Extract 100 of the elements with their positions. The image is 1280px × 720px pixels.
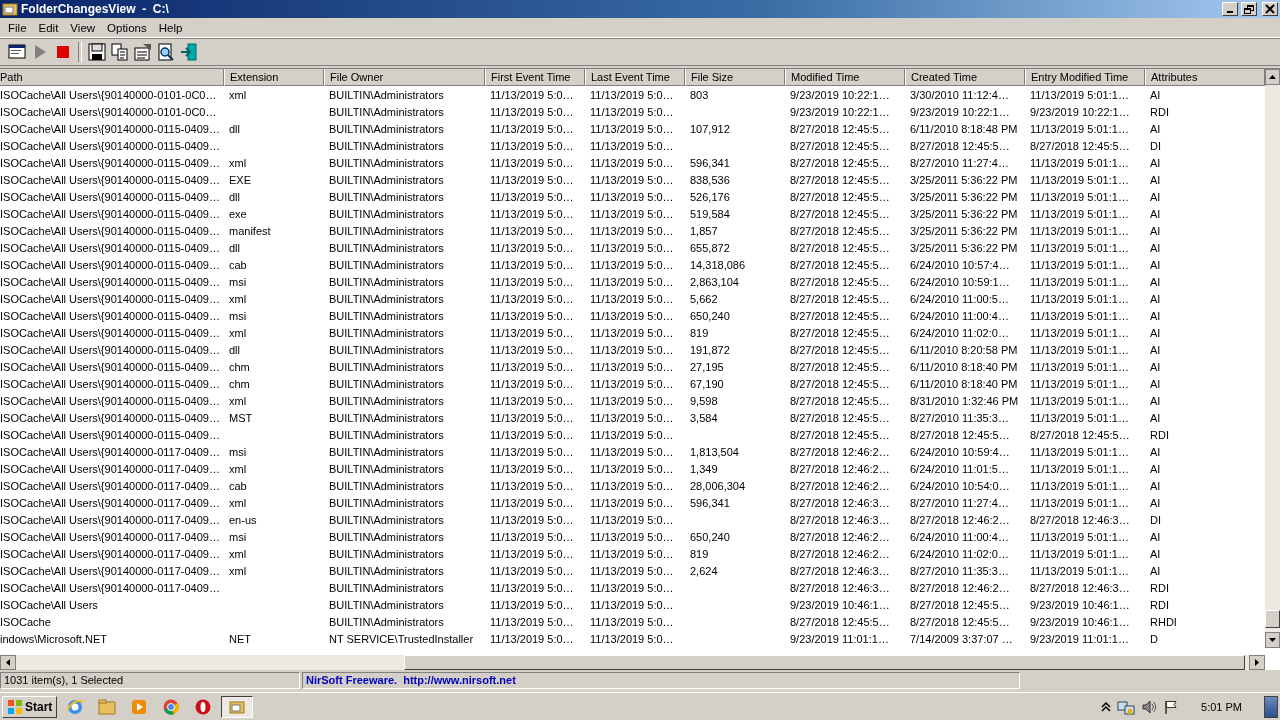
- table-cell-text: 8/27/2018 12:45:5…: [789, 377, 891, 390]
- table-cell-text: 11/13/2019 5:0…: [589, 275, 675, 288]
- column-header[interactable]: First Event Time: [485, 69, 585, 86]
- table-cell-text: 11/13/2019 5:0…: [489, 122, 575, 135]
- column-header[interactable]: File Size: [685, 69, 785, 86]
- column-header[interactable]: Entry Modified Time: [1025, 69, 1145, 86]
- table-cell-text: 3/25/2011 5:36:22 PM: [909, 173, 1019, 186]
- table-cell-text: 28,006,304: [689, 479, 747, 492]
- table-cell-text: 11/13/2019 5:0…: [589, 411, 675, 424]
- table-cell-text: 11/13/2019 5:0…: [589, 139, 675, 152]
- chevron-up-icon[interactable]: [1101, 700, 1112, 713]
- flag-icon[interactable]: [1163, 698, 1180, 715]
- vertical-scrollbar[interactable]: [1265, 69, 1280, 648]
- table-cell-text: ISOCache\All Users\{90140000-0117-0409…: [0, 581, 221, 594]
- minimize-button[interactable]: [1222, 2, 1238, 16]
- table-cell-text: 8/27/2018 12:45:5…: [789, 207, 891, 220]
- speaker-icon[interactable]: [1141, 698, 1158, 715]
- table-cell-text: 11/13/2019 5:0…: [589, 241, 675, 254]
- save-button[interactable]: [86, 41, 108, 63]
- table-cell-text: 11/13/2019 5:01:1…: [1029, 275, 1130, 288]
- restore-button[interactable]: [1241, 2, 1257, 16]
- table-cell-text: 11/13/2019 5:01:1…: [1029, 479, 1130, 492]
- table-cell-text: 11/13/2019 5:01:1…: [1029, 496, 1130, 509]
- table-cell-text: AI: [1149, 462, 1162, 475]
- table-cell-text: 67,190: [689, 377, 725, 390]
- table-cell-text: 8/27/2018 12:45:5…: [789, 224, 891, 237]
- table-cell-text: 11/13/2019 5:0…: [489, 377, 575, 390]
- menu-item[interactable]: Edit: [32, 19, 65, 36]
- show-desktop-button[interactable]: [1264, 695, 1278, 718]
- table-cell-text: AI: [1149, 360, 1162, 373]
- table-cell-text: 8/27/2018 12:46:3…: [1029, 513, 1131, 526]
- table-cell-text: BUILTIN\Administrators: [328, 224, 445, 237]
- scroll-thumb[interactable]: [1265, 610, 1280, 628]
- table-cell-text: 8/27/2018 12:45:5…: [789, 275, 891, 288]
- menu-item[interactable]: Help: [152, 19, 189, 36]
- table-cell-text: 11/13/2019 5:0…: [489, 496, 575, 509]
- table-cell-text: xml: [228, 462, 248, 475]
- column-header[interactable]: Attributes: [1145, 69, 1265, 86]
- table-cell-text: 11/13/2019 5:0…: [489, 530, 575, 543]
- task-button[interactable]: [221, 695, 254, 718]
- start-button[interactable]: Start: [2, 695, 58, 718]
- properties-button[interactable]: [132, 41, 154, 63]
- table-cell-text: ISOCache\All Users\{90140000-0101-0C0…: [0, 105, 218, 118]
- table-cell-text: 9/23/2019 10:22:1…: [789, 88, 891, 101]
- table-cell-text: 596,341: [689, 496, 731, 509]
- clock[interactable]: 5:01 PM: [1185, 700, 1258, 713]
- table-cell-text: BUILTIN\Administrators: [328, 479, 445, 492]
- horizontal-scrollbar[interactable]: [0, 655, 1265, 670]
- properties-icon: [133, 42, 153, 62]
- table-cell-text: BUILTIN\Administrators: [328, 139, 445, 152]
- exit-button[interactable]: [178, 41, 200, 63]
- menu-item[interactable]: File: [2, 19, 33, 36]
- table-cell-text: 11/13/2019 5:01:1…: [1029, 190, 1130, 203]
- table-cell-text: 8/27/2018 12:46:3…: [789, 564, 891, 577]
- column-header[interactable]: Path: [0, 69, 224, 86]
- table-cell-text: AI: [1149, 224, 1162, 237]
- copy-button[interactable]: [109, 41, 131, 63]
- table-cell-text: BUILTIN\Administrators: [328, 615, 445, 628]
- table-cell-text: 11/13/2019 5:0…: [589, 105, 675, 118]
- table-cell-text: 8/27/2018 12:45:5…: [789, 343, 891, 356]
- table-cell-text: ISOCache\All Users\{90140000-0115-0409…: [0, 258, 221, 271]
- table-cell-text: AI: [1149, 258, 1162, 271]
- table-cell-text: 11/13/2019 5:01:1…: [1029, 224, 1130, 237]
- table-cell-text: ISOCache\All Users\{90140000-0115-0409…: [0, 394, 221, 407]
- credit-link[interactable]: NirSoft Freeware. http://www.nirsoft.net: [302, 672, 1020, 689]
- table-cell-text: en-us: [228, 513, 258, 526]
- table-cell-text: 9/23/2019 10:46:1…: [1029, 598, 1131, 611]
- column-header[interactable]: Last Event Time: [585, 69, 685, 86]
- table-cell-text: 11/13/2019 5:0…: [589, 292, 675, 305]
- column-header[interactable]: Extension: [224, 69, 324, 86]
- table-cell-text: 11/13/2019 5:01:1…: [1029, 462, 1130, 475]
- table-cell-text: 11/13/2019 5:01:1…: [1029, 343, 1130, 356]
- table-cell-text: 11/13/2019 5:0…: [489, 275, 575, 288]
- table-cell-text: BUILTIN\Administrators: [328, 513, 445, 526]
- table-cell-text: 596,341: [689, 156, 731, 169]
- table-cell-text: 11/13/2019 5:0…: [489, 156, 575, 169]
- table-cell-text: 11/13/2019 5:01:1…: [1029, 258, 1130, 271]
- close-button[interactable]: [1262, 2, 1278, 16]
- table-cell-text: 11/13/2019 5:01:1…: [1029, 445, 1130, 458]
- scroll-thumb[interactable]: [404, 655, 1245, 670]
- table-cell-text: 11/13/2019 5:0…: [489, 173, 575, 186]
- table-cell-text: BUILTIN\Administrators: [328, 105, 445, 118]
- table-cell-text: 11/13/2019 5:0…: [589, 156, 675, 169]
- column-header[interactable]: File Owner: [324, 69, 485, 86]
- table-cell-text: BUILTIN\Administrators: [328, 411, 445, 424]
- restore-icon: [1243, 3, 1255, 15]
- table-cell-text: 11/13/2019 5:01:1…: [1029, 326, 1130, 339]
- table-cell-text: 11/13/2019 5:0…: [489, 394, 575, 407]
- table-cell-text: 11/13/2019 5:0…: [589, 598, 675, 611]
- table-cell-text: BUILTIN\Administrators: [328, 547, 445, 560]
- table-cell-text: ISOCache\All Users\{90140000-0117-0409…: [0, 513, 221, 526]
- column-header[interactable]: Modified Time: [785, 69, 905, 86]
- menu-item[interactable]: View: [64, 19, 102, 36]
- network-icon[interactable]: [1117, 698, 1136, 715]
- table-cell-text: 8/27/2018 12:46:3…: [789, 513, 891, 526]
- menu-item[interactable]: Options: [101, 19, 153, 36]
- table-cell-text: AI: [1149, 530, 1162, 543]
- column-header[interactable]: Created Time: [905, 69, 1025, 86]
- table-cell-text: 9/23/2019 11:01:1…: [1029, 632, 1130, 645]
- table-cell-text: 519,584: [689, 207, 731, 220]
